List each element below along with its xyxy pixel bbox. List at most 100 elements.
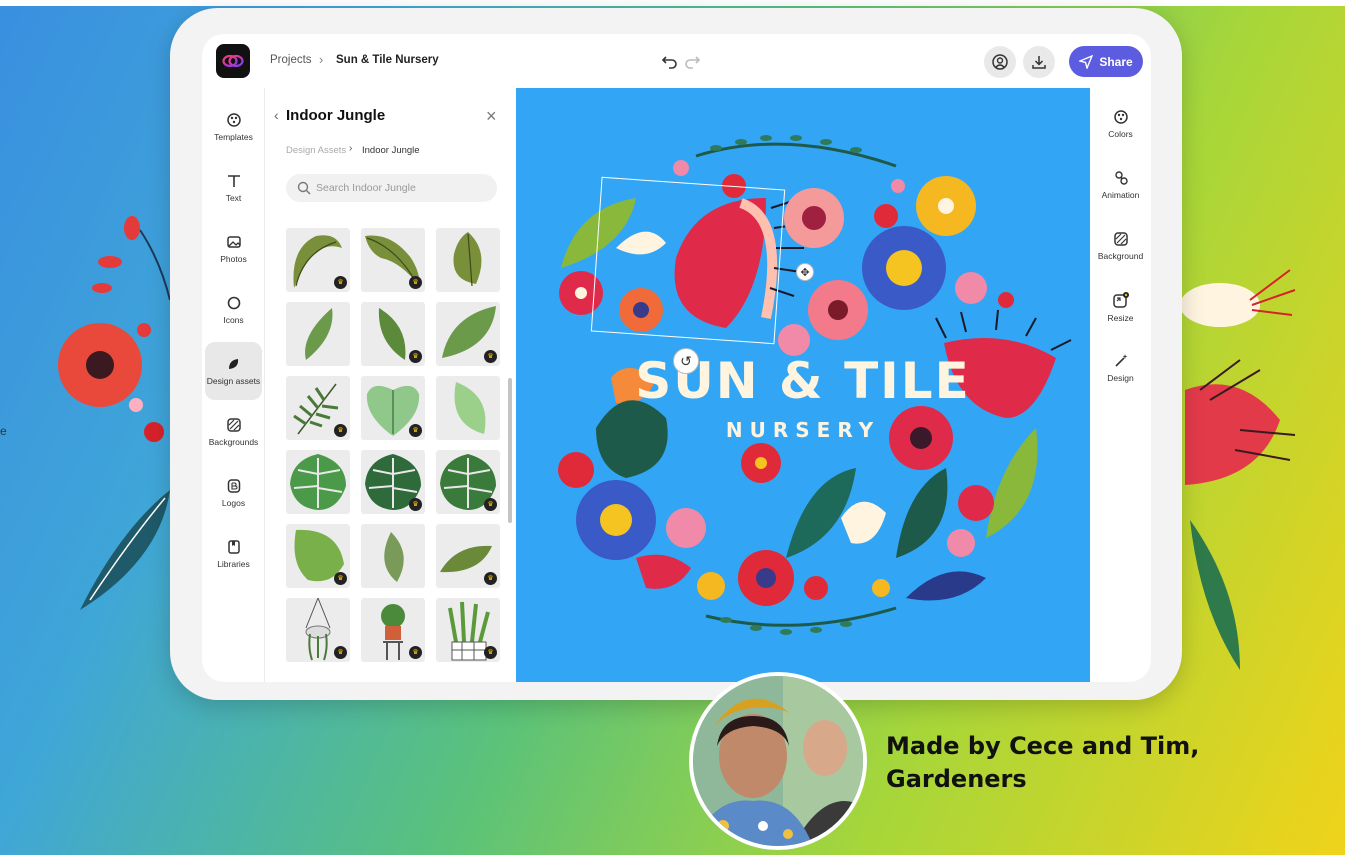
asset-tile[interactable]: ♛ bbox=[361, 228, 425, 292]
back-chevron-icon[interactable]: ‹ bbox=[274, 107, 279, 123]
rail-item-icons[interactable]: Icons bbox=[205, 281, 262, 339]
design-subtitle-text[interactable]: NURSERY bbox=[516, 418, 1090, 442]
panel-scrollbar[interactable] bbox=[508, 378, 512, 523]
collaborators-button[interactable] bbox=[984, 46, 1016, 78]
rail-label: Logos bbox=[221, 498, 246, 508]
asset-tile[interactable]: ♛ bbox=[436, 524, 500, 588]
resize-icon bbox=[1112, 292, 1129, 308]
magic-wand-icon bbox=[1114, 354, 1127, 367]
templates-icon bbox=[226, 113, 241, 127]
panel-breadcrumb-parent[interactable]: Design Assets bbox=[286, 145, 346, 156]
breadcrumb-projects[interactable]: Projects bbox=[270, 54, 312, 66]
creative-cloud-icon bbox=[222, 54, 244, 68]
colors-icon bbox=[1113, 110, 1128, 124]
rail-item-animation[interactable]: Animation bbox=[1090, 157, 1151, 213]
rail-label: Colors bbox=[1108, 129, 1133, 139]
rail-item-design-assets[interactable]: Design assets bbox=[205, 342, 262, 400]
asset-tile[interactable] bbox=[286, 302, 350, 366]
asset-tile[interactable] bbox=[286, 450, 350, 514]
asset-tile[interactable]: ♛ bbox=[436, 450, 500, 514]
asset-tile[interactable]: ♛ bbox=[361, 302, 425, 366]
logos-icon bbox=[227, 479, 240, 493]
search-input[interactable] bbox=[316, 176, 491, 200]
rail-item-photos[interactable]: Photos bbox=[205, 220, 262, 278]
rail-item-logos[interactable]: Logos bbox=[205, 464, 262, 522]
photos-icon bbox=[226, 236, 241, 248]
rail-label: Templates bbox=[214, 132, 253, 142]
premium-crown-icon: ♛ bbox=[484, 572, 497, 585]
breadcrumb-file-name[interactable]: Sun & Tile Nursery bbox=[336, 54, 439, 66]
rail-label: Photos bbox=[220, 254, 247, 264]
rail-item-colors[interactable]: Colors bbox=[1090, 96, 1151, 152]
asset-tile[interactable] bbox=[361, 524, 425, 588]
premium-crown-icon: ♛ bbox=[409, 350, 422, 363]
libraries-icon bbox=[227, 540, 240, 554]
asset-tile[interactable] bbox=[436, 376, 500, 440]
premium-crown-icon: ♛ bbox=[334, 424, 347, 437]
asset-tile[interactable] bbox=[436, 228, 500, 292]
selection-box[interactable] bbox=[590, 176, 786, 345]
app-logo[interactable] bbox=[216, 44, 250, 78]
panel-breadcrumb-current: Indoor Jungle bbox=[362, 145, 420, 156]
asset-tile[interactable]: ♛ bbox=[286, 524, 350, 588]
creators-photo bbox=[689, 672, 867, 850]
rail-label: Libraries bbox=[217, 559, 250, 569]
undo-icon[interactable] bbox=[660, 51, 680, 71]
asset-tile[interactable]: ♛ bbox=[436, 598, 500, 662]
asset-tile[interactable]: ♛ bbox=[361, 376, 425, 440]
design-canvas[interactable]: SUN & TILE NURSERY ↺ ✥ bbox=[516, 88, 1090, 682]
rail-item-resize[interactable]: Resize bbox=[1090, 279, 1151, 335]
redo-icon[interactable] bbox=[682, 51, 702, 71]
app-header: Projects › Sun & Tile Nursery Share bbox=[202, 34, 1151, 88]
tablet-frame: Projects › Sun & Tile Nursery Share Temp… bbox=[170, 8, 1182, 700]
design-assets-icon bbox=[228, 359, 238, 369]
premium-crown-icon: ♛ bbox=[409, 498, 422, 511]
rail-item-design[interactable]: Design bbox=[1090, 340, 1151, 396]
left-toolbar: Templates Text Photos Icons Design asset… bbox=[202, 88, 265, 682]
app-screen: Projects › Sun & Tile Nursery Share Temp… bbox=[202, 34, 1151, 682]
caption-line-1: Made by Cece and Tim, bbox=[886, 732, 1200, 760]
asset-tile[interactable]: ♛ bbox=[436, 302, 500, 366]
asset-tile[interactable]: ♛ bbox=[361, 598, 425, 662]
premium-crown-icon: ♛ bbox=[334, 276, 347, 289]
rail-item-libraries[interactable]: Libraries bbox=[205, 525, 262, 583]
premium-crown-icon: ♛ bbox=[409, 646, 422, 659]
design-assets-panel: ‹ Indoor Jungle × Design Assets › Indoor… bbox=[266, 88, 516, 682]
rotate-handle-icon[interactable]: ↺ bbox=[673, 348, 699, 374]
backgrounds-icon bbox=[226, 418, 241, 432]
panel-title: Indoor Jungle bbox=[286, 107, 386, 124]
search-icon bbox=[297, 181, 311, 195]
rail-label: Animation bbox=[1101, 190, 1140, 200]
icons-icon bbox=[227, 296, 240, 310]
leaf-graphic bbox=[454, 382, 486, 434]
download-icon bbox=[1032, 56, 1046, 69]
rail-item-background[interactable]: Background bbox=[1090, 218, 1151, 274]
animation-icon bbox=[1114, 171, 1128, 185]
close-icon[interactable]: × bbox=[486, 106, 497, 127]
move-handle-icon[interactable]: ✥ bbox=[796, 263, 814, 281]
asset-tile[interactable]: ♛ bbox=[286, 598, 350, 662]
premium-crown-icon: ♛ bbox=[409, 424, 422, 437]
asset-tile[interactable]: ♛ bbox=[286, 228, 350, 292]
premium-crown-icon: ♛ bbox=[334, 646, 347, 659]
top-strip bbox=[0, 0, 1345, 6]
rail-label: Background bbox=[1097, 251, 1144, 261]
chevron-right-icon: › bbox=[319, 52, 324, 67]
creators-caption: Made by Cece and Tim, Gardeners bbox=[886, 730, 1216, 796]
download-button[interactable] bbox=[1023, 46, 1055, 78]
leaf-graphic bbox=[384, 532, 404, 582]
rail-item-backgrounds[interactable]: Backgrounds bbox=[205, 403, 262, 461]
premium-crown-icon: ♛ bbox=[484, 498, 497, 511]
share-button[interactable]: Share bbox=[1069, 46, 1143, 77]
rail-label: Design assets bbox=[206, 376, 261, 386]
asset-tile[interactable]: ♛ bbox=[361, 450, 425, 514]
design-title-text[interactable]: SUN & TILE bbox=[516, 352, 1090, 410]
rail-label: Design bbox=[1107, 373, 1134, 383]
rail-item-text[interactable]: Text bbox=[205, 159, 262, 217]
send-icon bbox=[1079, 54, 1094, 69]
rail-item-templates[interactable]: Templates bbox=[205, 98, 262, 156]
asset-tile[interactable]: ♛ bbox=[286, 376, 350, 440]
left-flower-decoration bbox=[58, 216, 171, 610]
premium-crown-icon: ♛ bbox=[334, 572, 347, 585]
premium-crown-icon: ♛ bbox=[409, 276, 422, 289]
